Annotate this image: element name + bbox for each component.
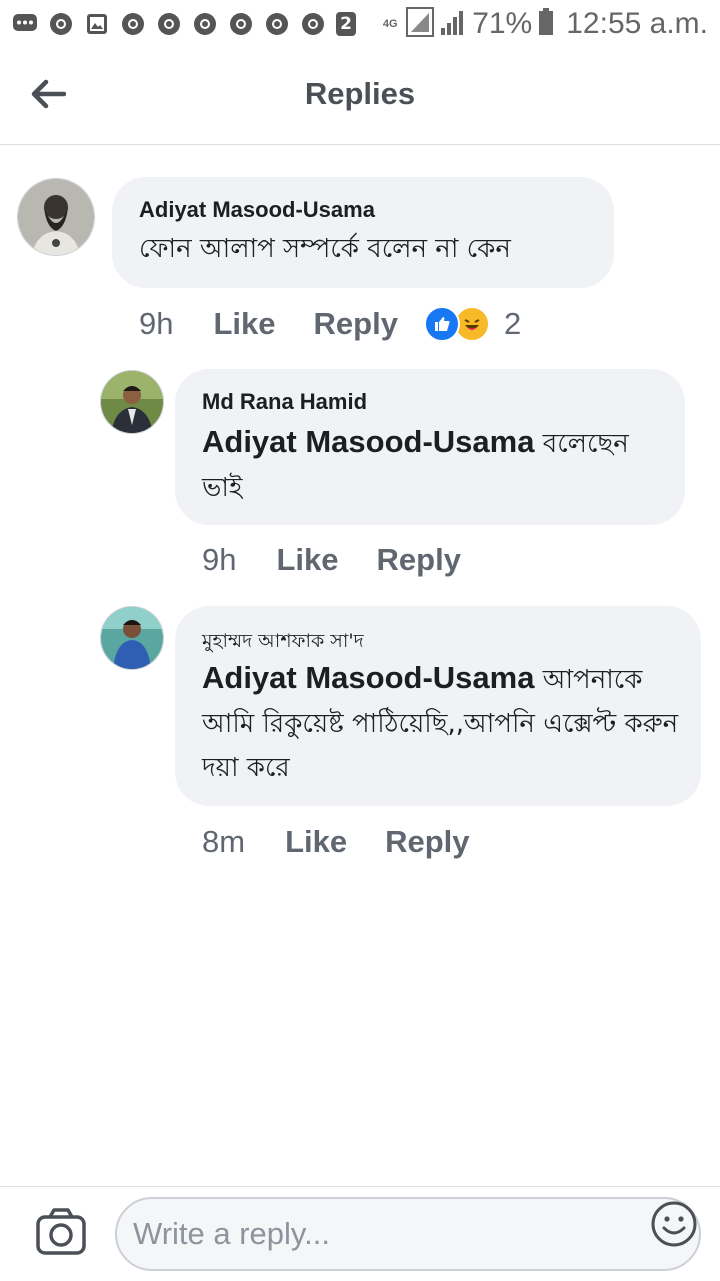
chrome-icon	[264, 11, 290, 37]
top-bar: Replies	[0, 48, 720, 145]
chrome-icon	[300, 11, 326, 37]
battery-icon	[538, 7, 554, 41]
comment-actions: 8m Like Reply	[202, 822, 470, 862]
messages-icon	[12, 11, 38, 37]
comment-time: 9h	[202, 542, 237, 577]
comment-actions: 9h Like Reply	[202, 540, 461, 580]
signal-strength-icon	[440, 8, 466, 41]
smiley-icon	[651, 1201, 697, 1247]
page-title: Replies	[304, 76, 416, 111]
reply-button[interactable]: Reply	[314, 306, 398, 342]
camera-button[interactable]	[34, 1207, 90, 1257]
chrome-icon	[192, 11, 218, 37]
mention-link[interactable]: Adiyat Masood-Usama	[202, 424, 534, 459]
comment-time: 9h	[139, 306, 174, 341]
reply-composer: Write a reply...	[0, 1186, 720, 1281]
sim-signal-icon	[406, 6, 435, 42]
like-button[interactable]: Like	[285, 824, 347, 860]
comment-text: Adiyat Masood-Usama বলেছেন ভাই	[202, 420, 672, 510]
notification-count-badge: 2	[336, 12, 356, 36]
notification-icons: 2	[12, 10, 356, 38]
network-type: 4G	[382, 17, 398, 30]
comment-author[interactable]: Md Rana Hamid	[202, 389, 367, 415]
chrome-icon	[156, 11, 182, 37]
chrome-icon	[48, 11, 74, 37]
battery-percentage: 71%	[472, 7, 533, 40]
reply-placeholder: Write a reply...	[133, 1216, 330, 1251]
reaction-count: 2	[503, 306, 522, 341]
clock: 12:55 a.m.	[566, 7, 708, 40]
camera-icon	[36, 1208, 86, 1255]
system-indicators: 4G 71% 12:55 a.m.	[380, 6, 708, 42]
avatar[interactable]	[100, 370, 164, 434]
like-reaction-icon	[423, 306, 460, 342]
comment-text: ফোন আলাপ সম্পর্কে বলেন না কেন	[139, 234, 511, 264]
comment-author[interactable]: মুহাম্মদ আশফাক সা'দ	[202, 627, 364, 659]
comment-time: 8m	[202, 824, 246, 859]
avatar[interactable]	[100, 606, 164, 670]
comment-author[interactable]: Adiyat Masood-Usama	[139, 197, 375, 223]
chrome-icon	[120, 11, 146, 37]
comment-actions: 9h Like Reply 2	[139, 304, 521, 344]
like-button[interactable]: Like	[213, 306, 275, 342]
reactions-summary[interactable]: 2	[423, 306, 522, 342]
gallery-icon	[84, 11, 110, 37]
status-bar: 2 4G 71% 12:55 a.m.	[0, 0, 720, 48]
like-button[interactable]: Like	[276, 542, 338, 578]
reply-button[interactable]: Reply	[377, 542, 461, 578]
emoji-button[interactable]	[650, 1200, 698, 1248]
chrome-icon	[228, 11, 254, 37]
avatar[interactable]	[17, 178, 95, 256]
reply-input[interactable]: Write a reply...	[115, 1197, 701, 1271]
mention-link[interactable]: Adiyat Masood-Usama	[202, 660, 534, 695]
comment-text: Adiyat Masood-Usama আপনাকে আমি রিকুয়েষ্…	[202, 656, 682, 790]
reply-button[interactable]: Reply	[385, 824, 469, 860]
